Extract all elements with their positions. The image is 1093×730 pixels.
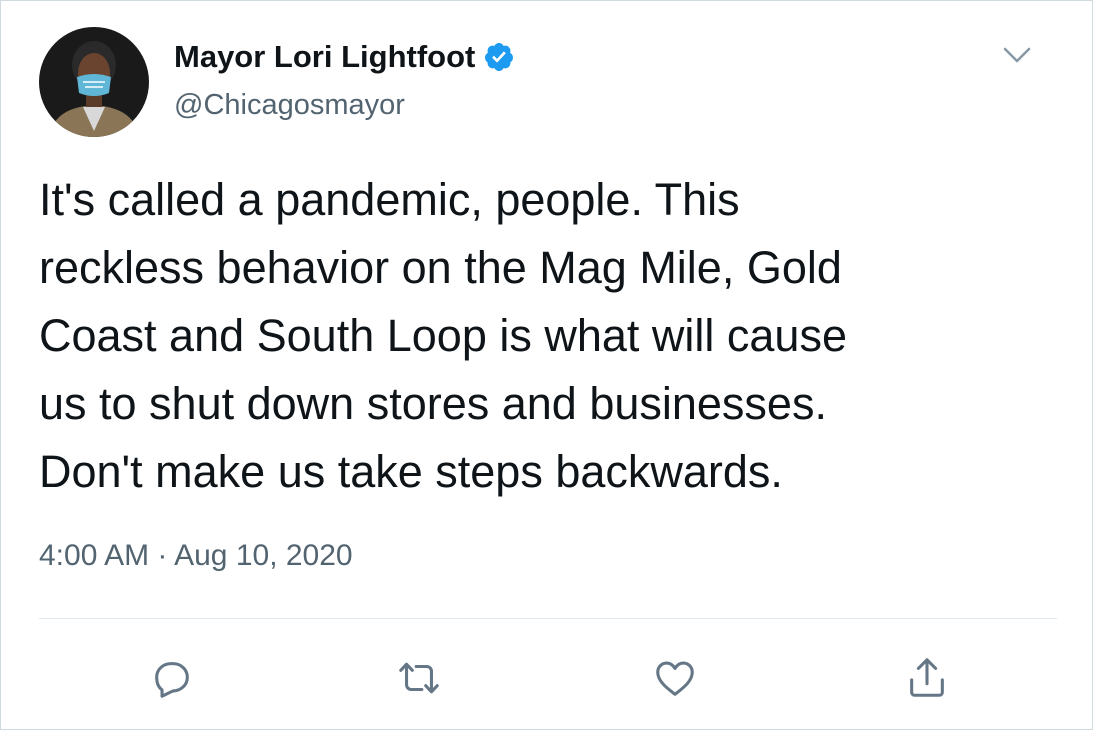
- avatar-image: [39, 27, 149, 137]
- more-options-button[interactable]: [999, 37, 1035, 73]
- chevron-down-icon: [1003, 47, 1031, 63]
- tweet-card: Mayor Lori Lightfoot @Chicagosmayor It's…: [0, 0, 1093, 730]
- tweet-text: It's called a pandemic, people. This rec…: [39, 174, 847, 497]
- divider: [39, 618, 1057, 619]
- display-name[interactable]: Mayor Lori Lightfoot: [174, 39, 515, 75]
- reply-icon: [155, 662, 189, 698]
- verified-badge-icon: [485, 43, 514, 71]
- retweet-button[interactable]: [392, 651, 446, 705]
- meta-separator: ·: [157, 539, 168, 572]
- reply-button[interactable]: [145, 651, 199, 705]
- like-button[interactable]: [648, 651, 702, 705]
- tweet-meta: 4:00 AM · Aug 10, 2020: [39, 539, 353, 573]
- share-icon: [910, 658, 944, 697]
- share-button[interactable]: [900, 651, 954, 705]
- display-name-text: Mayor Lori Lightfoot: [174, 39, 476, 74]
- retweet-icon: [399, 662, 439, 694]
- tweet-date[interactable]: Aug 10, 2020: [174, 539, 353, 572]
- heart-icon: [656, 661, 694, 696]
- avatar[interactable]: [39, 27, 149, 137]
- tweet-time[interactable]: 4:00 AM: [39, 539, 149, 572]
- handle[interactable]: @Chicagosmayor: [174, 89, 405, 122]
